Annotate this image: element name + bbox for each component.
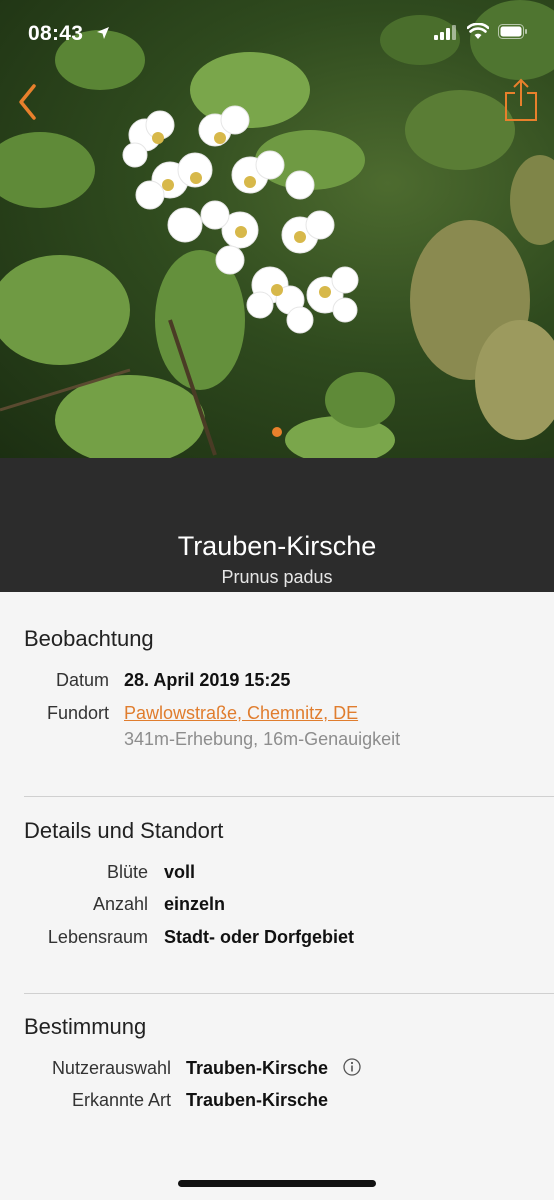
wifi-icon <box>467 23 489 39</box>
info-icon[interactable] <box>343 1058 361 1076</box>
species-title-band: Trauben-Kirsche Prunus padus <box>0 458 554 592</box>
location-detail: 341m-Erhebung, 16m-Genauigkeit <box>124 729 401 749</box>
home-indicator[interactable] <box>178 1180 376 1187</box>
chevron-left-icon <box>19 84 36 120</box>
section-divider <box>24 796 554 797</box>
location-arrow-icon <box>97 27 109 39</box>
observation-details: Beobachtung Datum 28. April 2019 15:25 F… <box>0 592 554 1200</box>
status-bar: 08:43 <box>0 0 554 70</box>
detail-label-anzahl: Anzahl <box>92 894 148 914</box>
share-button[interactable] <box>501 78 541 122</box>
section-title-observation: Beobachtung <box>24 626 154 651</box>
identification-label-user-choice: Nutzerauswahl <box>51 1058 171 1078</box>
species-common-name: Trauben-Kirsche <box>177 531 377 561</box>
detail-label-lebensraum: Lebensraum <box>47 927 148 947</box>
battery-icon <box>498 24 527 39</box>
detail-value-anzahl: einzeln <box>164 894 226 914</box>
page-indicator-dot <box>272 427 282 437</box>
section-title-details: Details und Standort <box>24 818 224 843</box>
species-latin-name: Prunus padus <box>221 567 333 587</box>
status-time: 08:43 <box>28 22 84 45</box>
detail-value-bluete: voll <box>164 862 196 882</box>
observation-photo[interactable]: 08:43 <box>0 0 554 458</box>
date-label: Datum <box>55 670 109 690</box>
identification-value-user-choice: Trauben-Kirsche <box>186 1058 329 1078</box>
location-label: Fundort <box>46 703 109 723</box>
identification-value-detected: Trauben-Kirsche <box>186 1090 329 1110</box>
section-title-identification: Bestimmung <box>24 1014 147 1039</box>
share-icon <box>505 78 537 121</box>
identification-label-detected: Erkannte Art <box>71 1090 171 1110</box>
date-value: 28. April 2019 15:25 <box>124 670 291 690</box>
section-divider <box>24 993 554 994</box>
detail-value-lebensraum: Stadt- oder Dorfgebiet <box>164 927 355 947</box>
back-button[interactable] <box>14 82 48 122</box>
detail-label-bluete: Blüte <box>106 862 148 882</box>
cellular-signal-icon <box>434 25 456 40</box>
location-link[interactable]: Pawlowstraße, Chemnitz, DE <box>124 703 358 724</box>
